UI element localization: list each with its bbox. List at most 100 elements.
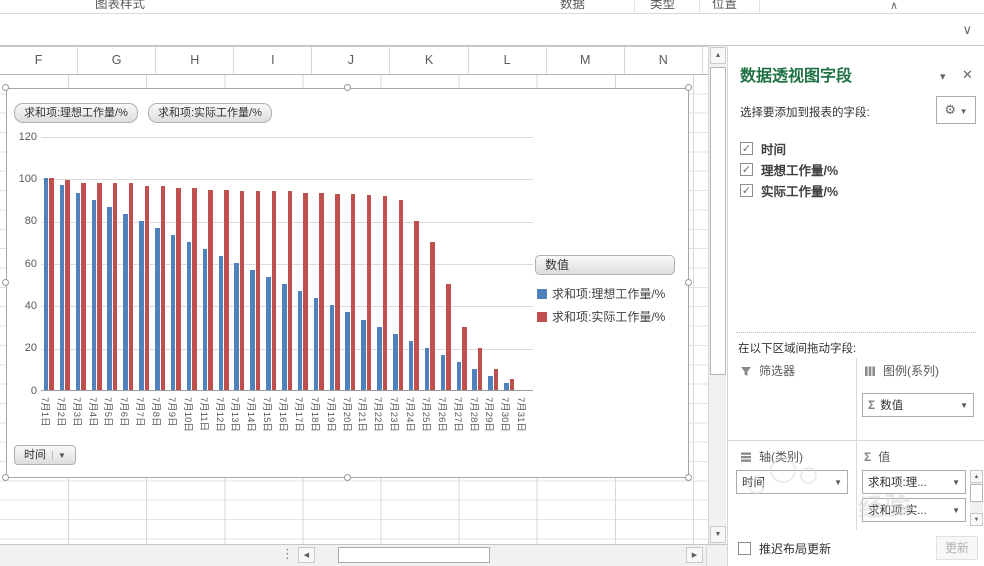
- values-zone-chip[interactable]: 求和项:理... ▼: [862, 470, 966, 494]
- tools-button[interactable]: ⚙ ▼: [936, 96, 976, 124]
- bar: [393, 333, 398, 390]
- y-axis-tick-80: 80: [24, 215, 37, 228]
- pivot-chart[interactable]: 求和项:理想工作量/% 求和项:实际工作量/% 7月1日 7月2日 7月3日 7月4日…: [6, 88, 689, 478]
- bar: [155, 227, 160, 390]
- axis-zone-header: 轴(类别): [740, 448, 803, 465]
- values-zone-scrollbar-thumb[interactable]: [970, 484, 983, 502]
- sigma-icon: Σ: [868, 398, 876, 412]
- axis-zone-label: 轴(类别): [759, 450, 803, 464]
- horizontal-scrollbar[interactable]: ⋮ ◀ ▶: [0, 544, 727, 566]
- scroll-down-icon[interactable]: ▼: [970, 513, 983, 526]
- y-axis-tick-0: 0: [30, 384, 37, 397]
- y-axis-tick-20: 20: [24, 342, 37, 355]
- y-axis-tick-100: 100: [18, 172, 37, 185]
- bar: [282, 284, 287, 390]
- scrollbar-splitter-handle[interactable]: ⋮: [281, 546, 294, 562]
- gridline-100: [41, 179, 533, 181]
- field-checkbox[interactable]: ✓: [740, 142, 753, 155]
- legend-zone-chip[interactable]: Σ 数值 ▼: [862, 393, 974, 417]
- gridline-120: [41, 137, 533, 138]
- scroll-down-icon[interactable]: ▼: [710, 526, 726, 543]
- bar: [303, 193, 308, 390]
- chart-selection-handle[interactable]: [2, 84, 9, 91]
- column-header-G[interactable]: G: [78, 47, 157, 74]
- legend-zone-label: 图例(系列): [883, 364, 939, 378]
- chart-plot-area: [41, 137, 533, 391]
- bar: [123, 213, 128, 390]
- column-header-L[interactable]: L: [469, 47, 547, 74]
- chart-field-button-ideal[interactable]: 求和项:理想工作量/%: [14, 103, 138, 123]
- horizontal-scrollbar-thumb[interactable]: [338, 547, 490, 563]
- y-axis-tick-120: 120: [18, 130, 37, 143]
- field-checkbox[interactable]: ✓: [740, 184, 753, 197]
- chart-axis-field-button[interactable]: 时间 ▼: [14, 445, 76, 465]
- y-axis-tick-40: 40: [24, 299, 37, 312]
- bar: [160, 185, 166, 390]
- scroll-left-icon[interactable]: ◀: [298, 547, 315, 563]
- field-item-时间[interactable]: ✓ 时间: [740, 138, 970, 159]
- update-button[interactable]: 更新: [936, 536, 978, 560]
- chevron-down-icon: ▼: [52, 451, 66, 460]
- bar: [112, 182, 118, 390]
- chart-selection-handle[interactable]: [2, 279, 9, 286]
- bar: [414, 220, 419, 390]
- chart-selection-handle[interactable]: [685, 84, 692, 91]
- bar: [488, 375, 493, 390]
- values-zone-scrollbar[interactable]: ▲ ▼: [970, 470, 983, 526]
- chevron-down-icon[interactable]: ▼: [834, 478, 842, 487]
- chevron-down-icon[interactable]: ▼: [960, 401, 968, 410]
- chart-selection-handle[interactable]: [343, 474, 351, 481]
- field-item-实际工作量/%[interactable]: ✓ 实际工作量/%: [740, 180, 970, 201]
- formula-bar-expand-icon[interactable]: ∨: [962, 22, 972, 38]
- column-header-J[interactable]: J: [312, 47, 391, 74]
- formula-bar[interactable]: ∨: [0, 15, 984, 46]
- bar: [377, 326, 382, 390]
- scroll-up-icon[interactable]: ▲: [970, 470, 983, 483]
- bar: [186, 241, 192, 390]
- defer-layout-checkbox[interactable]: [738, 542, 751, 555]
- scroll-up-icon[interactable]: ▲: [710, 47, 726, 64]
- bar: [446, 284, 451, 390]
- chart-selection-handle[interactable]: [685, 279, 692, 286]
- zone-divider-vertical: [856, 358, 857, 530]
- column-header-I[interactable]: I: [234, 47, 313, 74]
- field-checkbox[interactable]: ✓: [740, 163, 753, 176]
- chevron-down-icon[interactable]: ▼: [952, 506, 960, 515]
- close-icon[interactable]: ✕: [962, 67, 973, 83]
- values-zone-chip[interactable]: 求和项:实... ▼: [862, 498, 966, 522]
- bar: [208, 189, 213, 390]
- column-header-N[interactable]: N: [625, 47, 703, 74]
- column-header-F[interactable]: F: [0, 47, 79, 74]
- bar: [234, 263, 239, 390]
- chart-selection-handle[interactable]: [2, 474, 9, 481]
- column-header-H[interactable]: H: [156, 47, 235, 74]
- chart-selection-handle[interactable]: [685, 474, 692, 481]
- zone-divider-horizontal: [728, 440, 984, 441]
- legend-zone-header: 图例(系列): [864, 362, 939, 379]
- bar: [477, 347, 483, 390]
- ribbon-strip: 图表样式 数据 类型 位置 ∧: [0, 0, 984, 14]
- bar: [456, 361, 462, 390]
- legend-entry: 求和项:实际工作量/%: [537, 308, 665, 325]
- vertical-scrollbar-thumb[interactable]: [710, 67, 726, 375]
- ribbon-group-type: 类型: [650, 0, 676, 11]
- column-header-M[interactable]: M: [547, 47, 625, 74]
- chart-field-button-actual[interactable]: 求和项:实际工作量/%: [148, 103, 272, 123]
- field-label: 理想工作量/%: [761, 164, 839, 178]
- vertical-scrollbar[interactable]: ▲ ▼: [708, 46, 726, 544]
- bar: [176, 187, 181, 390]
- chart-selection-handle[interactable]: [343, 84, 351, 91]
- scroll-right-icon[interactable]: ▶: [686, 547, 703, 563]
- bar: [504, 383, 509, 390]
- field-item-理想工作量/%[interactable]: ✓ 理想工作量/%: [740, 159, 970, 180]
- field-list: ✓ 时间 ✓ 理想工作量/% ✓ 实际工作量/%: [740, 138, 970, 201]
- y-axis-tick-60: 60: [24, 257, 37, 270]
- axis-zone-chip[interactable]: 时间 ▼: [736, 470, 848, 494]
- pane-options-chevron-icon[interactable]: ▾: [940, 70, 946, 83]
- chevron-down-icon[interactable]: ▼: [952, 478, 960, 487]
- x-axis-labels: 7月1日 7月2日 7月3日 7月4日 7月5日 7月6日 7月7日 7月8日 7月9日 7月10…: [39, 395, 533, 457]
- ribbon-collapse-icon[interactable]: ∧: [890, 0, 898, 12]
- chart-legend-field-button[interactable]: 数值: [535, 255, 675, 275]
- column-header-K[interactable]: K: [390, 47, 469, 74]
- bar: [250, 270, 255, 390]
